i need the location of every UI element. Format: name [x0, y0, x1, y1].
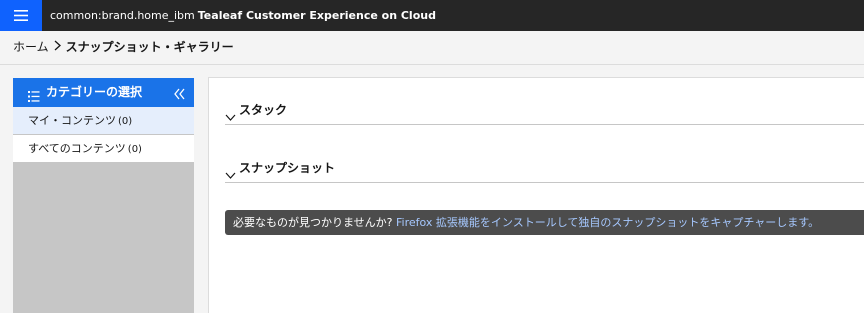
- hamburger-menu-icon: [14, 10, 28, 21]
- sidebar-item-label: すべてのコンテンツ: [28, 142, 126, 155]
- breadcrumb-home-link[interactable]: ホーム: [13, 40, 49, 55]
- top-bar: common:brand.home_ibm Tealeaf Customer Ex…: [0, 0, 864, 31]
- breadcrumb-current: スナップショット・ギャラリー: [65, 40, 234, 54]
- section-title: スナップショット: [239, 161, 336, 175]
- app-title-product: Tealeaf Customer Experience on Cloud: [197, 9, 436, 22]
- sidebar-item-count: (0): [118, 116, 133, 127]
- section-stacks[interactable]: スタック: [225, 100, 864, 125]
- chevron-down-icon: [225, 106, 236, 125]
- firefox-extension-link[interactable]: Firefox 拡張機能をインストールして独自のスナップショットをキャプチャーし…: [396, 216, 819, 229]
- sidebar-header: カテゴリーの選択: [13, 78, 194, 107]
- breadcrumb-bar: ホーム スナップショット・ギャラリー: [0, 31, 864, 65]
- sidebar-item-label: マイ・コンテンツ: [28, 114, 116, 127]
- app-title: common:brand.home_ibm Tealeaf Customer Ex…: [50, 8, 436, 23]
- breadcrumb: ホーム スナップショット・ギャラリー: [13, 40, 234, 55]
- info-notice: 必要なものが見つかりませんか? Firefox 拡張機能をインストールして独自の…: [225, 210, 864, 235]
- notice-text: 必要なものが見つかりませんか?: [233, 216, 393, 229]
- sidebar-item-my-content[interactable]: マイ・コンテンツ (0): [13, 107, 194, 134]
- sidebar-item-count: (0): [127, 144, 142, 155]
- section-snapshots[interactable]: スナップショット: [225, 158, 864, 183]
- collapse-double-chevron-icon[interactable]: [174, 85, 185, 104]
- section-title: スタック: [239, 103, 288, 117]
- sidebar-title: カテゴリーの選択: [46, 85, 143, 99]
- menu-button[interactable]: [0, 0, 42, 31]
- chevron-right-icon: [54, 40, 61, 55]
- category-sidebar: カテゴリーの選択 マイ・コンテンツ (0) すべてのコンテンツ (0): [13, 78, 194, 313]
- category-list-icon: [28, 87, 40, 106]
- main-content: スタック スナップショット 必要なものが見つかりませんか? Firefox 拡張…: [208, 77, 864, 313]
- app-title-prefix: common:brand.home_ibm: [50, 9, 195, 22]
- chevron-down-icon: [225, 164, 236, 183]
- sidebar-item-all-content[interactable]: すべてのコンテンツ (0): [13, 135, 194, 162]
